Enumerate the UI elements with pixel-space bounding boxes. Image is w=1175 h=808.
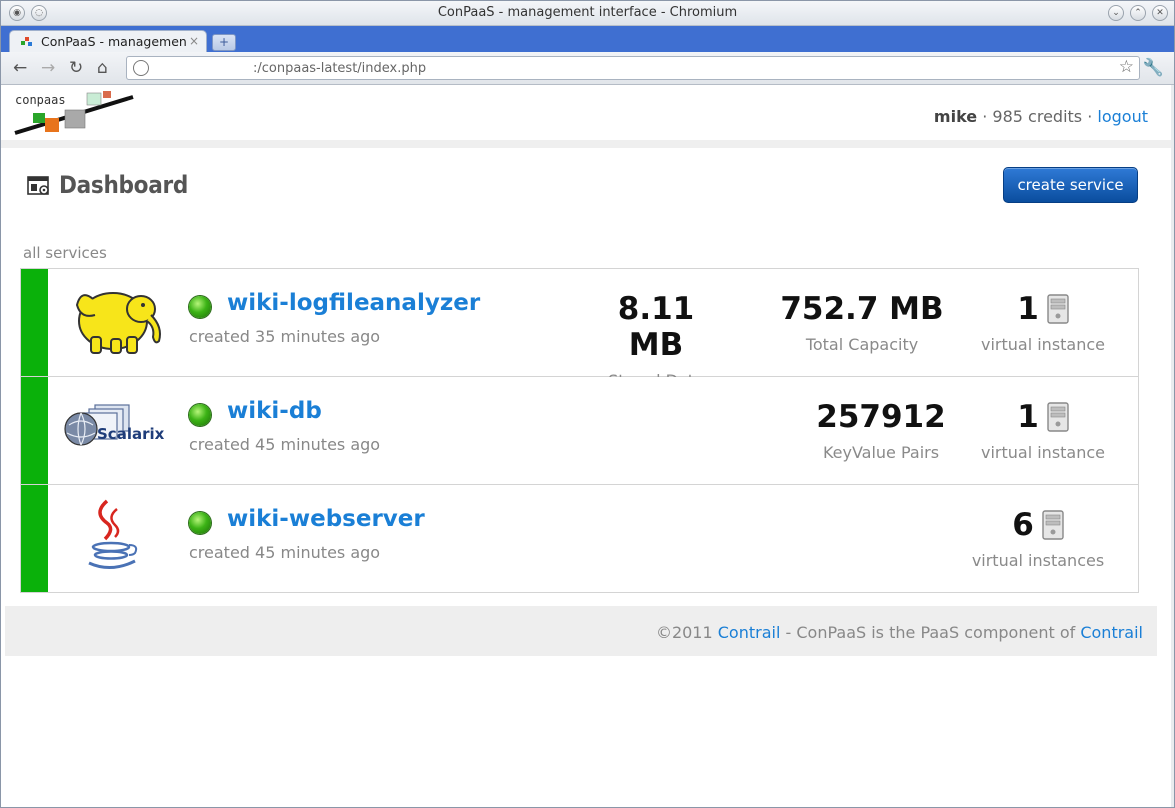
instance-label: virtual instances xyxy=(971,551,1105,570)
service-row[interactable]: wiki-logfileanalyzer created 35 minutes … xyxy=(20,268,1139,390)
conpaas-favicon-icon xyxy=(21,37,32,46)
footer-middle: - ConPaaS is the PaaS component of xyxy=(780,623,1081,642)
instance-label: virtual instance xyxy=(980,335,1106,354)
address-bar[interactable]: ☆ xyxy=(126,56,1174,80)
scrollbar-edge xyxy=(1171,85,1174,807)
bookmark-star-icon[interactable]: ☆ xyxy=(1119,57,1134,77)
logout-link[interactable]: logout xyxy=(1097,107,1148,126)
instance-count: 6 xyxy=(1012,507,1034,543)
service-created: created 45 minutes ago xyxy=(189,543,381,562)
separator: · xyxy=(982,107,988,126)
page-footer: ©2011 Contrail - ConPaaS is the PaaS com… xyxy=(5,606,1157,656)
instances-count: 1 virtual instance xyxy=(973,291,1113,354)
window-title: ConPaaS - management interface - Chromiu… xyxy=(437,5,738,20)
stat-total-capacity: 752.7 MB Total Capacity xyxy=(779,291,945,354)
user-bar: mike · 985 credits · logout xyxy=(934,107,1148,126)
dashboard-main: Dashboard create service all services wi… xyxy=(5,148,1160,606)
stat-label: KeyValue Pairs xyxy=(822,443,940,462)
service-status-stripe xyxy=(21,485,48,592)
status-ok-icon xyxy=(189,512,211,534)
username: mike xyxy=(933,107,978,126)
section-label: all services xyxy=(23,244,107,262)
logo-text: conpaas xyxy=(15,93,66,107)
stat-label: Total Capacity xyxy=(805,335,919,354)
service-row[interactable]: Scalarix wiki-db created 45 minutes ago … xyxy=(20,377,1139,485)
minimize-icon[interactable]: ⌄ xyxy=(1108,5,1124,21)
stat-value: 8.11 MB xyxy=(617,291,695,363)
dashboard-icon xyxy=(27,176,49,195)
scalarix-logo-text: Scalarix xyxy=(97,425,165,443)
tab-close-icon[interactable]: × xyxy=(189,34,199,48)
service-created: created 35 minutes ago xyxy=(189,327,381,346)
service-status-stripe xyxy=(21,377,48,484)
status-ok-icon xyxy=(189,404,211,426)
contrail-link[interactable]: Contrail xyxy=(718,623,781,642)
instance-count: 1 xyxy=(1017,291,1039,327)
new-tab-button[interactable]: + xyxy=(212,34,236,51)
url-input[interactable] xyxy=(157,59,1174,77)
service-name-link[interactable]: wiki-db xyxy=(227,398,322,424)
stat-value: 752.7 MB xyxy=(780,291,944,327)
stat-value: 257912 xyxy=(816,399,946,435)
separator: · xyxy=(1087,107,1093,126)
hadoop-elephant-icon xyxy=(75,292,161,354)
copyright: ©2011 xyxy=(655,623,713,642)
server-icon xyxy=(1047,294,1069,324)
services-list: wiki-logfileanalyzer created 35 minutes … xyxy=(20,268,1139,593)
page-title: Dashboard xyxy=(59,171,188,199)
instance-label: virtual instance xyxy=(980,443,1106,462)
credits: 985 credits xyxy=(992,107,1083,126)
stat-keyvalue-pairs: 257912 KeyValue Pairs xyxy=(816,399,946,462)
instances-count: 1 virtual instance xyxy=(973,399,1113,462)
contrail-link-2[interactable]: Contrail xyxy=(1080,623,1143,642)
close-window-icon[interactable]: ✕ xyxy=(1152,5,1168,21)
reload-icon[interactable]: ↻ xyxy=(69,58,83,78)
java-icon xyxy=(88,499,138,569)
page-content: conpaas mike · 985 credits · logout Dash… xyxy=(1,85,1174,807)
server-icon xyxy=(1047,402,1069,432)
browser-toolbar: ← → ↻ ⌂ ☆ 🔧 xyxy=(1,52,1174,85)
home-icon[interactable]: ⌂ xyxy=(97,58,108,78)
instances-count: 6 virtual instances xyxy=(963,507,1113,570)
tab-conpaas[interactable]: ConPaaS - managemen × xyxy=(9,30,207,53)
footer-text: ©2011 Contrail - ConPaaS is the PaaS com… xyxy=(656,623,1143,642)
site-header: conpaas mike · 985 credits · logout xyxy=(1,85,1174,140)
service-name-link[interactable]: wiki-webserver xyxy=(227,506,425,532)
browser-window: ◉ ◌ ConPaaS - management interface - Chr… xyxy=(0,0,1175,808)
service-status-stripe xyxy=(21,269,48,376)
tab-strip: ConPaaS - managemen × + xyxy=(1,26,1174,53)
forward-icon[interactable]: → xyxy=(41,58,55,78)
instance-count: 1 xyxy=(1017,399,1039,435)
service-created: created 45 minutes ago xyxy=(189,435,381,454)
server-icon xyxy=(1042,510,1064,540)
wrench-menu-icon[interactable]: 🔧 xyxy=(1143,58,1164,78)
conpaas-logo[interactable]: conpaas xyxy=(13,89,135,135)
create-service-button[interactable]: create service xyxy=(1003,167,1138,203)
stat-stored-data: 8.11 MB Stored Data xyxy=(601,291,711,390)
tab-title: ConPaaS - managemen xyxy=(41,34,187,49)
back-icon[interactable]: ← xyxy=(13,58,27,78)
maximize-icon[interactable]: ⌃ xyxy=(1130,5,1146,21)
globe-icon xyxy=(133,60,149,76)
scalarix-icon: Scalarix xyxy=(64,404,165,446)
status-ok-icon xyxy=(189,296,211,318)
service-name-link[interactable]: wiki-logfileanalyzer xyxy=(227,290,480,316)
header-divider xyxy=(1,140,1174,148)
title-bar: ◉ ◌ ConPaaS - management interface - Chr… xyxy=(1,1,1174,26)
service-row[interactable]: wiki-webserver created 45 minutes ago 6 … xyxy=(20,485,1139,593)
